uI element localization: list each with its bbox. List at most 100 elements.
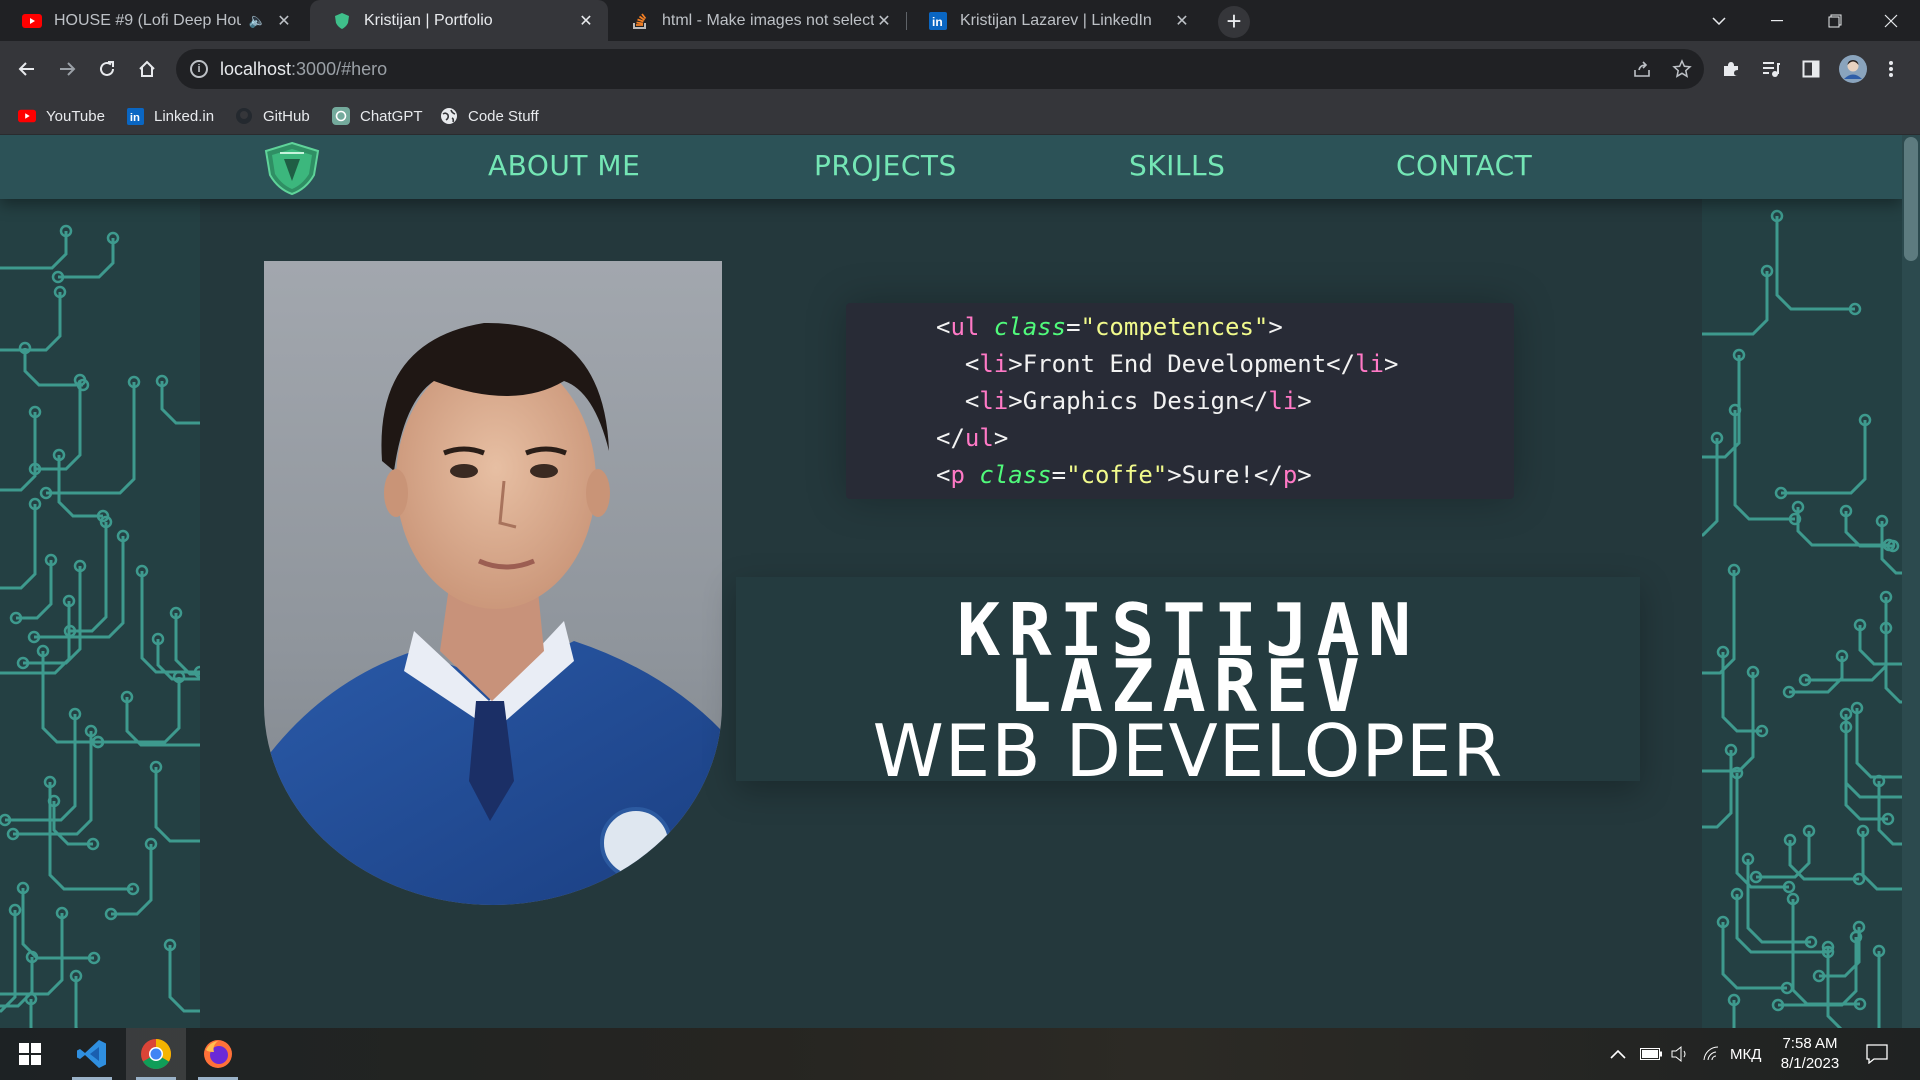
bookmarks-bar: YouTube in Linked.in GitHub ChatGPT Code…: [0, 97, 1920, 135]
bookmark-label: GitHub: [263, 107, 310, 125]
circuit-trace: [1826, 947, 1843, 1028]
site-info-icon[interactable]: i: [190, 60, 208, 78]
circuit-trace: [0, 231, 68, 270]
forward-button[interactable]: [49, 51, 85, 87]
taskbar-clock[interactable]: 7:58 AM 8/1/2023: [1760, 1034, 1860, 1074]
profile-photo: [264, 261, 722, 905]
circuit-trace: [1702, 750, 1733, 829]
close-tab-icon[interactable]: ✕: [274, 11, 294, 31]
battery-icon[interactable]: [1640, 1028, 1662, 1080]
bookmark-label: Code Stuff: [468, 107, 539, 125]
circuit-trace: [0, 292, 62, 352]
hero-section: <ul class="competences"> <li>Front End D…: [200, 199, 1702, 1028]
side-panel-icon[interactable]: [1793, 51, 1829, 87]
chrome-icon[interactable]: [126, 1028, 186, 1080]
tab-stackoverflow[interactable]: html - Make images not selectable ✕: [608, 0, 906, 41]
circuit-pattern-right: [1702, 209, 1902, 1028]
tab-title: html - Make images not selectable: [662, 11, 874, 29]
nav-projects[interactable]: PROJECTS: [814, 149, 957, 182]
share-icon[interactable]: [1630, 57, 1654, 81]
nav-skills[interactable]: SKILLS: [1129, 149, 1225, 182]
language-indicator[interactable]: МКД: [1730, 1028, 1761, 1080]
windows-start-icon[interactable]: [0, 1028, 60, 1080]
circuit-trace: [1721, 922, 1787, 990]
circuit-trace: [98, 677, 181, 744]
close-window-button[interactable]: [1862, 0, 1920, 41]
bookmark-github[interactable]: GitHub: [235, 97, 310, 135]
bookmark-linkedin[interactable]: in Linked.in: [126, 97, 214, 135]
circuit-trace: [1844, 727, 1902, 799]
bookmark-code-stuff[interactable]: Code Stuff: [440, 97, 539, 135]
address-url[interactable]: localhost:3000/#hero: [220, 59, 387, 80]
bookmark-label: YouTube: [46, 107, 105, 125]
wifi-icon[interactable]: [1702, 1028, 1722, 1080]
firefox-icon[interactable]: [188, 1028, 248, 1080]
circuit-trace: [1861, 831, 1902, 891]
site-logo-shield-icon[interactable]: [262, 141, 322, 195]
extensions-icon[interactable]: [1713, 51, 1749, 87]
circuit-trace: [1789, 656, 1844, 694]
tab-linkedin[interactable]: in Kristijan Lazarev | LinkedIn ✕: [906, 0, 1204, 41]
circuit-trace: [1735, 773, 1789, 889]
bookmark-youtube[interactable]: YouTube: [18, 97, 105, 135]
page-scrollbar[interactable]: [1902, 135, 1920, 1028]
new-tab-button[interactable]: +: [1218, 6, 1250, 38]
circuit-trace: [57, 455, 103, 518]
circuit-trace: [1775, 216, 1855, 311]
windows-taskbar: МКД 7:58 AM 8/1/2023: [0, 1028, 1920, 1080]
circuit-trace: [1702, 271, 1769, 336]
vscode-icon[interactable]: [62, 1028, 122, 1080]
portfolio-shield-icon: [332, 11, 352, 31]
reload-button[interactable]: [89, 51, 125, 87]
code-snippet: <ul class="competences"> <li>Front End D…: [846, 303, 1514, 499]
svg-text:in: in: [932, 15, 943, 29]
bookmark-chatgpt[interactable]: ChatGPT: [332, 97, 423, 135]
scrollbar-thumb[interactable]: [1904, 137, 1918, 261]
circuit-trace: [5, 714, 77, 822]
bookmark-label: Linked.in: [154, 107, 215, 125]
circuit-trace: [125, 697, 200, 747]
chrome-menu-icon[interactable]: [1873, 51, 1909, 87]
back-button[interactable]: [9, 51, 45, 87]
nav-contact[interactable]: CONTACT: [1396, 149, 1532, 182]
circuit-trace: [74, 976, 79, 1028]
circuit-trace: [41, 651, 98, 744]
profile-avatar[interactable]: [1835, 51, 1871, 87]
close-tab-icon[interactable]: ✕: [576, 11, 596, 31]
svg-text:in: in: [129, 112, 139, 124]
circuit-trace: [1781, 420, 1867, 495]
speaker-icon[interactable]: 🔈: [249, 12, 266, 29]
circuit-trace: [1855, 708, 1902, 779]
media-controls-icon[interactable]: [1753, 51, 1789, 87]
code-line: <li>Graphics Design</li>: [964, 387, 1312, 415]
circuit-pattern-left: [0, 224, 200, 1028]
volume-icon[interactable]: [1670, 1028, 1690, 1080]
restore-button[interactable]: [1806, 0, 1864, 41]
tab-title: Kristijan Lazarev | LinkedIn: [960, 11, 1152, 29]
close-tab-icon[interactable]: ✕: [1172, 11, 1192, 31]
linkedin-icon: in: [126, 107, 144, 125]
clock-date: 8/1/2023: [1780, 1055, 1840, 1072]
circuit-trace: [1733, 410, 1795, 521]
circuit-trace: [1844, 714, 1888, 821]
circuit-trace: [154, 767, 200, 843]
bookmark-label: ChatGPT: [360, 107, 423, 125]
address-bar[interactable]: i localhost:3000/#hero: [176, 49, 1704, 89]
tray-overflow-chevron-icon[interactable]: [1610, 1028, 1626, 1080]
competence-item: Front End Development: [1022, 350, 1327, 378]
nav-about-me[interactable]: ABOUT ME: [488, 149, 640, 182]
close-tab-icon[interactable]: ✕: [874, 11, 894, 31]
notifications-icon[interactable]: [1866, 1028, 1888, 1080]
home-button[interactable]: [129, 51, 165, 87]
bookmark-star-icon[interactable]: [1670, 57, 1694, 81]
circuit-trace: [111, 844, 153, 916]
circuit-trace: [29, 999, 33, 1028]
tab-youtube[interactable]: HOUSE #9 (Lofi Deep House) 🔈 ✕: [0, 0, 306, 41]
youtube-icon: [18, 107, 36, 125]
tab-search-chevron-icon[interactable]: [1690, 0, 1748, 41]
name-block: KRISTIJAN LAZAREV WEB DEVELOPER: [736, 577, 1640, 793]
tab-title: HOUSE #9 (Lofi Deep House): [54, 11, 241, 29]
minimize-button[interactable]: [1748, 0, 1806, 41]
circuit-trace: [0, 504, 37, 590]
tab-portfolio[interactable]: Kristijan | Portfolio ✕: [310, 0, 608, 41]
